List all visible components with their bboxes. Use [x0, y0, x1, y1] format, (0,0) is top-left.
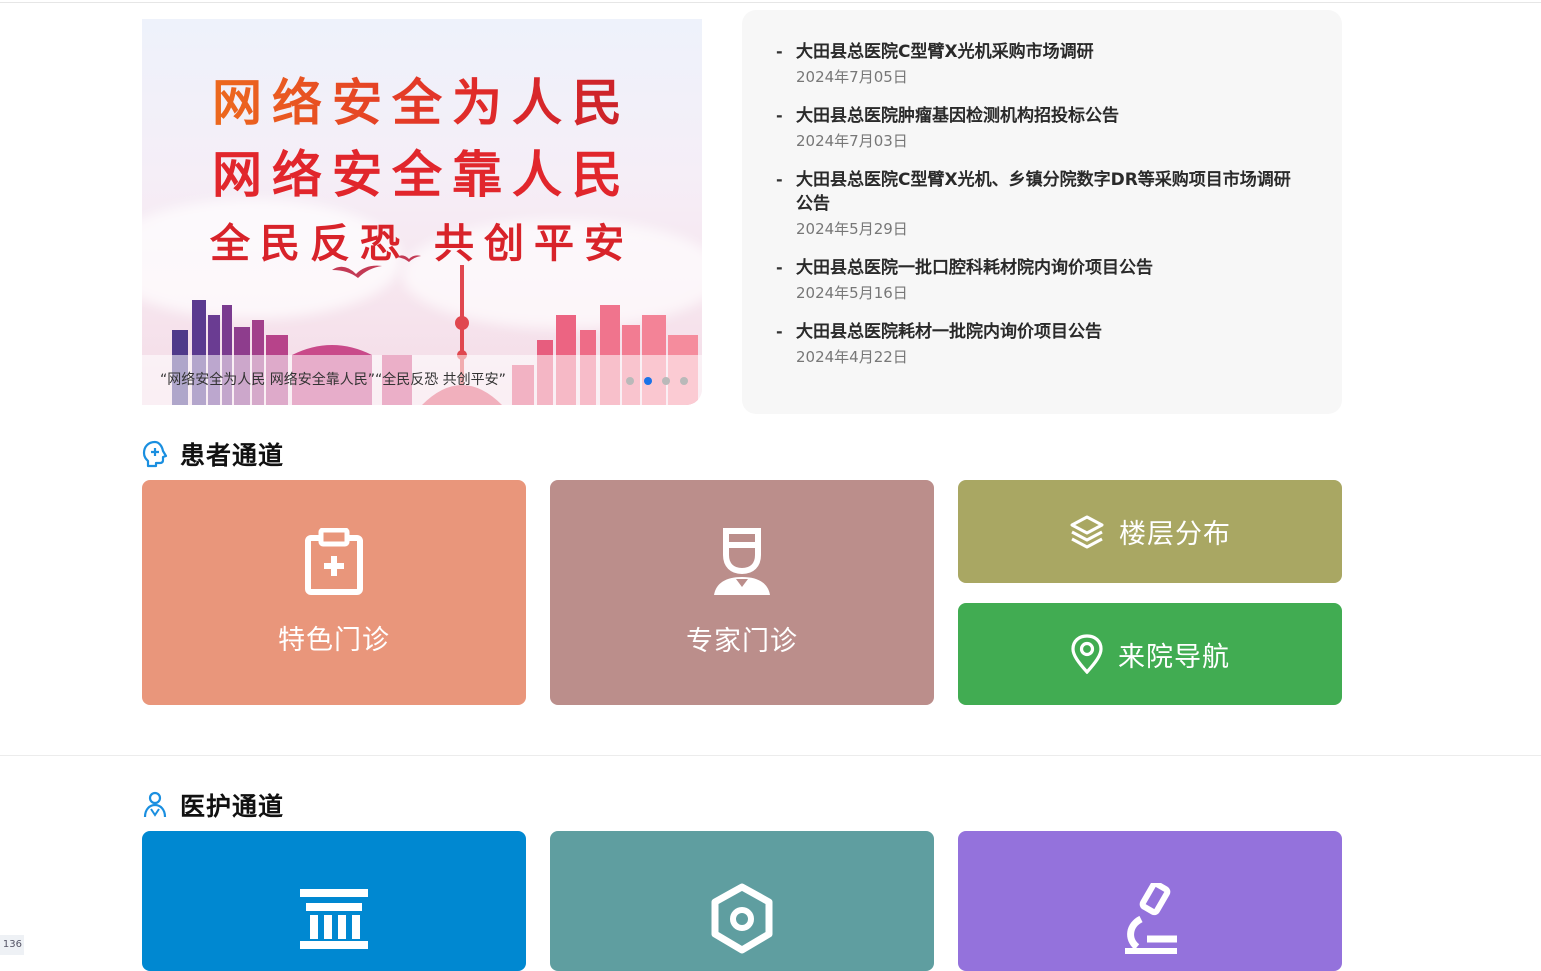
- location-pin-icon: [1071, 634, 1103, 674]
- tile-hospital-navigation[interactable]: 来院导航: [958, 603, 1342, 705]
- news-item[interactable]: - 大田县总医院一批口腔科耗材院内询价项目公告 2024年5月16日: [776, 256, 1306, 306]
- banner-slogan-line2: 网络安全靠人民: [212, 146, 632, 204]
- carousel-dot[interactable]: [626, 377, 634, 385]
- hexagon-nut-icon: [711, 883, 773, 954]
- news-bullet: -: [776, 170, 783, 189]
- tile-medical-2[interactable]: [550, 831, 934, 971]
- news-date: 2024年7月05日: [796, 68, 908, 86]
- news-item[interactable]: - 大田县总医院耗材一批院内询价项目公告 2024年4月22日: [776, 320, 1306, 370]
- news-title[interactable]: 大田县总医院C型臂X光机、乡镇分院数字DR等采购项目市场调研公告: [796, 168, 1306, 216]
- tile-label: 楼层分布: [1119, 519, 1231, 550]
- news-date: 2024年7月03日: [796, 132, 908, 150]
- patient-section-header: 患者通道: [142, 436, 284, 472]
- tile-special-clinic[interactable]: 特色门诊: [142, 480, 526, 705]
- top-divider: [0, 2, 1541, 3]
- tile-medical-3[interactable]: [958, 831, 1342, 971]
- news-date: 2024年5月16日: [796, 284, 908, 302]
- banner-caption: “网络安全为人民 网络安全靠人民”“全民反恐 共创平安”: [160, 372, 506, 388]
- news-panel: - 大田县总医院C型臂X光机采购市场调研 2024年7月05日 - 大田县总医院肿瘤基因…: [742, 10, 1342, 414]
- institution-icon: [300, 889, 368, 949]
- news-bullet: -: [776, 106, 783, 125]
- tile-medical-1[interactable]: [142, 831, 526, 971]
- tile-expert-clinic[interactable]: 专家门诊: [550, 480, 934, 705]
- news-item[interactable]: - 大田县总医院C型臂X光机采购市场调研 2024年7月05日: [776, 40, 1306, 90]
- news-title[interactable]: 大田县总医院肿瘤基因检测机构招投标公告: [796, 104, 1306, 128]
- medical-section-title: 医护通道: [180, 792, 285, 821]
- news-date: 2024年5月29日: [796, 220, 908, 238]
- layers-icon: [1070, 515, 1104, 548]
- news-bullet: -: [776, 258, 783, 277]
- medical-section-header: 医护通道: [142, 787, 284, 823]
- news-date: 2024年4月22日: [796, 348, 908, 366]
- carousel-dot[interactable]: [644, 377, 652, 385]
- patient-section-title: 患者通道: [180, 441, 285, 470]
- microscope-icon: [1125, 883, 1177, 954]
- carousel-dot[interactable]: [680, 377, 688, 385]
- banner-carousel[interactable]: 网络安全为人民 网络安全靠人民 全民反恐 共创平安 “网络安全为人民 网络安全靠…: [142, 19, 702, 405]
- section-divider: [0, 755, 1541, 756]
- patient-head-icon: [142, 440, 168, 468]
- news-item[interactable]: - 大田县总医院C型臂X光机、乡镇分院数字DR等采购项目市场调研公告 2024年5月…: [776, 168, 1306, 242]
- news-item[interactable]: - 大田县总医院肿瘤基因检测机构招投标公告 2024年7月03日: [776, 104, 1306, 154]
- carousel-dot[interactable]: [662, 377, 670, 385]
- doctor-icon: [714, 528, 770, 595]
- carousel-dots: [626, 377, 688, 385]
- clipboard-plus-icon: [305, 528, 363, 595]
- tile-label: 专家门诊: [686, 626, 798, 657]
- news-title[interactable]: 大田县总医院C型臂X光机采购市场调研: [796, 40, 1306, 64]
- news-bullet: -: [776, 322, 783, 341]
- news-title[interactable]: 大田县总医院耗材一批院内询价项目公告: [796, 320, 1306, 344]
- tile-floor-distribution[interactable]: 楼层分布: [958, 480, 1342, 583]
- news-list: - 大田县总医院C型臂X光机采购市场调研 2024年7月05日 - 大田县总医院肿瘤基因…: [776, 40, 1306, 384]
- nurse-icon: [143, 791, 167, 818]
- page-counter-badge: 136: [0, 935, 24, 955]
- news-title[interactable]: 大田县总医院一批口腔科耗材院内询价项目公告: [796, 256, 1306, 280]
- tile-label: 来院导航: [1118, 641, 1230, 673]
- banner-slogan-line1: 网络安全为人民: [142, 63, 702, 135]
- news-bullet: -: [776, 42, 783, 61]
- tile-label: 特色门诊: [278, 625, 390, 656]
